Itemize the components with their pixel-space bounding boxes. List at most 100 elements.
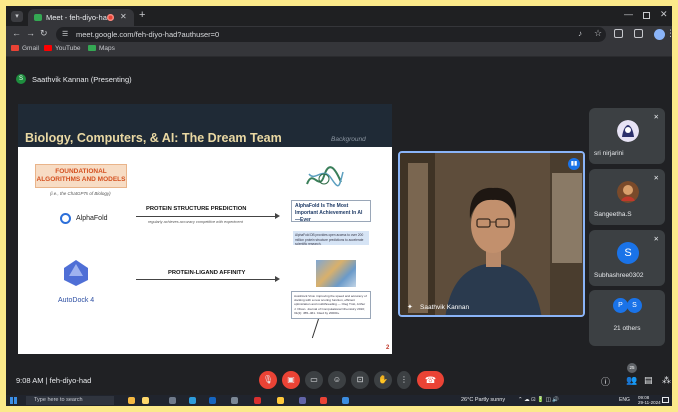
profile-avatar-icon[interactable] — [654, 29, 665, 40]
windows-start-icon[interactable] — [10, 397, 17, 404]
alphafold-label: AlphaFold — [76, 215, 108, 222]
presenting-banner[interactable]: Saathvik Kannan (Presenting) — [32, 75, 132, 84]
arrow-head-icon — [275, 213, 280, 219]
alphafold-headline-box: AlphaFold Is The Most Important Achievem… — [291, 200, 371, 223]
pin-icon[interactable]: ✦ — [407, 303, 413, 311]
mic-toggle-button[interactable]: 🎙 — [259, 371, 277, 389]
url-text[interactable]: meet.google.com/feh-diyo-had?authuser=0 — [76, 30, 219, 39]
video-participant-name: Saathvik Kannan — [420, 304, 470, 311]
clock-date: 29-11-2024 — [638, 400, 661, 405]
file-explorer-icon[interactable] — [277, 397, 284, 404]
participant-count-badge: 25 — [627, 363, 637, 373]
recording-indicator-icon — [107, 14, 114, 21]
audio-level-icon: ▮▮ — [568, 158, 580, 170]
store-icon[interactable] — [209, 397, 216, 404]
windows-taskbar: Type here to search 26°C Partly sunny ⌃ … — [6, 395, 672, 406]
teams-icon[interactable] — [299, 397, 306, 404]
tab-search-icon[interactable]: ▾ — [11, 11, 23, 22]
more-options-button[interactable]: ⋮ — [397, 371, 411, 389]
site-info-icon[interactable]: ☰ — [62, 30, 71, 39]
cortana-icon[interactable] — [142, 397, 149, 404]
others-tile[interactable]: P S 21 others — [589, 290, 665, 346]
captions-button[interactable]: ▭ — [305, 371, 323, 389]
arrow-line — [136, 279, 276, 280]
algorithms-heading-box: FOUNDATIONAL ALGORITHMS AND MODELS — [35, 164, 127, 188]
maximize-icon[interactable] — [643, 12, 650, 19]
people-icon[interactable]: 👥 — [626, 375, 637, 386]
edge-icon[interactable] — [189, 397, 196, 404]
present-button[interactable]: ⊡ — [351, 371, 369, 389]
chat-icon[interactable]: ▤ — [644, 375, 653, 386]
tab-title: Meet - feh-diyo-had — [46, 13, 112, 22]
weather-widget[interactable]: 26°C Partly sunny — [461, 397, 505, 403]
meeting-time-and-code: 9:08 AM | feh-diyo-had — [16, 376, 92, 385]
bookmark-youtube[interactable]: YouTube — [44, 45, 81, 55]
bookmark-star-icon[interactable]: ☆ — [594, 28, 602, 39]
participant-name: Sangeetha.S — [594, 211, 632, 218]
task-view-icon[interactable] — [169, 397, 176, 404]
widgets-icon[interactable] — [128, 397, 135, 404]
presenter-video-tile[interactable]: ▮▮ ✦ Saathvik Kannan — [398, 151, 585, 317]
back-icon[interactable]: ← — [12, 28, 21, 38]
participant-avatar: S — [617, 242, 639, 264]
autodock-logo-icon — [64, 260, 88, 286]
meeting-info-icon[interactable]: ⓘ — [601, 375, 610, 388]
slide-section-label: Background — [331, 136, 366, 143]
browser-tab[interactable]: Meet - feh-diyo-had ✕ — [28, 9, 134, 26]
end-call-button[interactable]: ☎ — [417, 371, 444, 389]
system-tray-icons[interactable]: ⌃ ☁ ⊡ 🔋 ◫ 🔊 — [518, 397, 559, 403]
mic-off-icon: ✕ — [653, 236, 659, 243]
camera-toggle-button[interactable]: ▣ — [282, 371, 300, 389]
alphafold-logo-icon — [60, 213, 71, 224]
shared-slide: Biology, Computers, & AI: The Dream Team… — [18, 104, 392, 354]
maps-icon — [88, 45, 96, 51]
tab-close-icon[interactable]: ✕ — [120, 12, 127, 21]
bookmark-label: Gmail — [22, 45, 39, 52]
mic-off-icon: ✕ — [653, 114, 659, 121]
structure-prediction-subtitle: regularly achieves accuracy competitive … — [148, 220, 243, 224]
new-tab-icon[interactable]: + — [139, 9, 145, 21]
ligand-docking-image — [316, 260, 356, 287]
office-icon[interactable] — [254, 397, 261, 404]
tab-strip: ▾ Meet - feh-diyo-had ✕ + — ✕ — [6, 6, 672, 26]
raise-hand-button[interactable]: ✋ — [374, 371, 392, 389]
participant-name: sri nirjarini — [594, 150, 624, 157]
slide-page-number: 2 — [386, 345, 390, 351]
address-bar[interactable]: ☰ meet.google.com/feh-diyo-had?authuser=… — [56, 27, 606, 42]
notifications-icon[interactable] — [662, 397, 669, 403]
more-menu-icon[interactable]: ⋮ — [666, 28, 672, 39]
participant-tile[interactable]: ✕ sri nirjarini — [589, 108, 665, 164]
others-count: 21 others — [613, 325, 641, 332]
language-indicator[interactable]: ENG — [619, 397, 630, 403]
dell-icon[interactable] — [231, 397, 238, 404]
ligand-affinity-label: PROTEIN-LIGAND AFFINITY — [168, 270, 246, 276]
participant-avatar — [617, 120, 639, 142]
participant-name: Subhashree0302 — [594, 272, 644, 279]
activities-icon[interactable]: ⁂ — [662, 375, 671, 386]
participant-tile[interactable]: ✕ S Subhashree0302 — [589, 230, 665, 286]
reload-icon[interactable]: ↻ — [40, 28, 48, 39]
arrow-line — [136, 216, 276, 217]
slide-title: Biology, Computers, & AI: The Dream Team — [25, 131, 282, 145]
side-panel-icon[interactable] — [634, 29, 643, 38]
participant-tile[interactable]: ✕ Sangeetha.S — [589, 169, 665, 225]
extensions-icon[interactable] — [614, 29, 623, 38]
bookmark-label: Maps — [99, 45, 115, 52]
window-close-icon[interactable]: ✕ — [660, 9, 668, 20]
taskbar-clock[interactable]: 09:08 29-11-2024 — [638, 395, 661, 405]
taskbar-search-box[interactable]: Type here to search — [26, 396, 114, 405]
microphone-icon[interactable]: ♪ — [578, 29, 582, 38]
bookmarks-bar: Gmail YouTube Maps — [6, 43, 672, 57]
autodock-label: AutoDock 4 — [58, 297, 95, 304]
emoji-button[interactable]: ☺ — [328, 371, 346, 389]
forward-icon[interactable]: → — [26, 28, 35, 38]
chrome-icon[interactable] — [320, 397, 327, 404]
minimize-icon[interactable]: — — [624, 9, 633, 19]
algorithms-heading: FOUNDATIONAL ALGORITHMS AND MODELS — [36, 168, 126, 183]
bookmark-maps[interactable]: Maps — [88, 45, 115, 55]
app-icon[interactable] — [342, 397, 349, 404]
bookmark-label: YouTube — [55, 45, 81, 52]
bookmark-gmail[interactable]: Gmail — [11, 45, 39, 55]
alphafold-db-note: AlphaFold DB provides open access to ove… — [293, 231, 369, 246]
meet-favicon-icon — [34, 14, 42, 21]
